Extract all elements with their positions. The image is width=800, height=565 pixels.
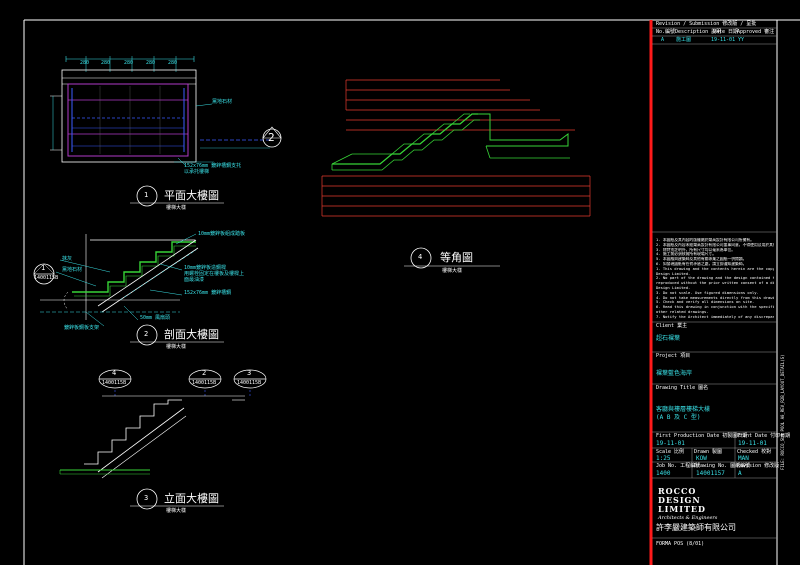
view-2-title: 剖面大樓圖 [164,328,219,341]
section-note-6: 面最油漆 [184,277,205,283]
plan-dim-3: 280 [124,60,134,66]
rev-row-date: 19-11-01 [711,37,736,43]
company-subtitle: Architects & Engineers [658,515,718,521]
view-2-subtitle: 樓梯大樣 [166,344,187,350]
first-production-date: 19-11-01 [656,440,685,447]
plan-note-support: 以承托樓梯 [184,169,210,175]
rev-row-desc: 施工圖 [676,37,692,43]
section-note-7: 152x76mm 鍍鋅槽鋼 [184,290,232,296]
drawing-title-line1: 客廳與樓層樓梯大樣 [656,406,711,413]
note-line: 7. Notify the Architect immediately of a… [656,314,774,319]
project-name: 裸葉藍色海岸 [656,370,693,377]
drawing-sheet: 280 280 280 280 280 黨地石材 152x76mm 鍍鋅槽鋼支托… [0,0,800,565]
elevation-view [59,369,267,479]
isometric-view [321,79,591,217]
plan-dim-5: 280 [168,60,178,66]
company-logo-line2: DESIGN [658,495,701,505]
view-1-number: 1 [144,191,149,199]
plan-dim-1: 280 [80,60,90,66]
drawing-no-value: 14001157 [696,470,725,477]
checked-value: MAN [738,455,749,462]
side-file-path: FILE: ROCCO_SLM POOL A0_REV_R2B_LAYOUT_D… [780,354,785,470]
section-view [33,233,199,327]
client-name: 超石裸葉 [656,335,681,342]
rev-row-no: A [661,37,665,43]
elev-ref-2-number: 2 [202,369,207,377]
section-note-3: 黨地石材 [62,267,83,273]
section-ref-sheet: 1400115B [34,275,59,281]
rev-col-approved: Approved 審注 [737,29,775,35]
print-date: 19-11-01 [738,440,767,447]
plan-dim-2: 280 [101,60,111,66]
view-4-subtitle: 樓梯大樣 [442,268,463,274]
general-notes: 1. 本圖紙及其內容的版權屬於樂高設計有限公司所擁有。 2. 本圖紙及內容未經樂… [656,238,774,320]
plan-note-stone: 黨地石材 [212,99,233,105]
view-1-subtitle: 樓梯大樣 [166,205,187,211]
elev-ref-3-number: 3 [247,369,252,377]
project-label: Project 項目 [656,353,691,359]
elev-ref-2-sheet: 1400115B [192,380,217,386]
plan-dim-4: 280 [146,60,156,66]
scale-value: 1:25 [656,455,671,462]
revision-value: A [738,470,742,477]
section-note-9: 鍍鋅板鋼板支架 [64,325,100,331]
view-3-title: 立面大樓圖 [164,492,219,505]
plan-section-marker: 2 [268,131,275,144]
job-value: 1400 [656,470,671,477]
view-4-number: 4 [418,253,423,261]
company-logo-line3: LIMITED [658,504,706,514]
view-4-title: 等角圖 [440,251,473,264]
revision-header: Revision / Submission 修改版 / 呈批 [656,21,757,27]
section-ref-number: 1 [41,264,46,272]
plan-view [50,56,282,167]
view-2-number: 2 [144,330,149,338]
view-3-number: 3 [144,494,149,502]
elev-ref-1-number: 4 [112,369,117,377]
first-production-label: First Production Date 初製圖日期 [656,433,748,439]
rev-col-date: Date 日期 [713,29,739,35]
elev-ref-1-sheet: 1400115B [102,380,127,386]
view-1-title: 平面大樓圖 [164,189,219,202]
revision-label: Revision 修改版 [737,463,780,469]
rev-col-no: No.編號 [656,29,676,35]
company-logo-line1: ROCCO [658,486,697,496]
rev-row-approved: YY [738,37,745,43]
drawing-title-label: Drawing Title 圖名 [656,385,709,391]
form-number: FORMA POS (8/01) [656,541,705,547]
drawing-title-line2: (A B 及 C 型) [656,414,701,421]
section-note-2: 抹灰 [62,256,73,262]
elev-ref-3-sheet: 1400115B [237,380,262,386]
company-chinese-name: 許李嚴建築師有限公司 [656,523,736,532]
client-label: Client 業主 [656,323,688,329]
section-note-8: 50mm 風扇頭 [140,315,171,321]
drawn-value: KOW [696,455,707,462]
section-note-1: 10mm鍍鋅板組成踏板 [198,231,246,237]
view-3-subtitle: 樓梯大樣 [166,508,187,514]
